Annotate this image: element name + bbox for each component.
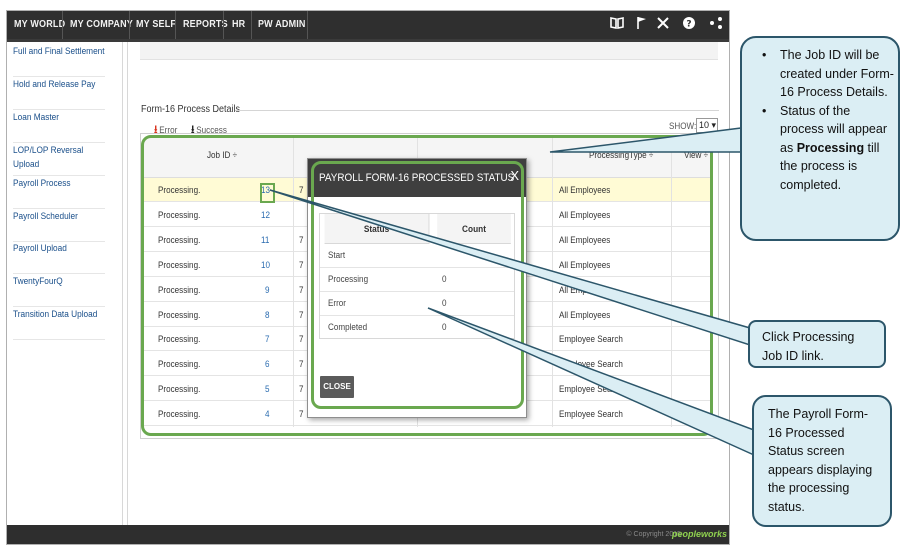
top-navigation-bar: MY WORLD MY COMPANY MY SELF REPORTS HR P… [7, 11, 729, 39]
flag-icon[interactable] [633, 16, 651, 34]
footer: © Copyright 2015 peopleworks [7, 525, 729, 544]
sidebar: Full and Final Settlement Hold and Relea… [7, 42, 117, 526]
sidebar-item-payroll-scheduler[interactable]: Payroll Scheduler [13, 209, 105, 242]
page-size-value: 10 [699, 120, 710, 130]
nav-hr[interactable]: HR [232, 11, 245, 39]
nav-separator [175, 11, 176, 39]
filter-panel [140, 42, 718, 60]
sidebar-item-payroll-process[interactable]: Payroll Process [13, 176, 105, 209]
nav-pw-admin[interactable]: PW ADMIN [258, 11, 306, 39]
page-size-select[interactable]: 10 ▾ [696, 118, 718, 133]
section-divider [235, 110, 719, 111]
nav-separator [129, 11, 130, 39]
callout-bold-text: Processing [796, 140, 865, 155]
nav-separator [223, 11, 224, 39]
sidebar-item-lop-reversal-upload[interactable]: LOP/LOP Reversal Upload [13, 143, 105, 176]
nav-reports[interactable]: REPORTS [183, 11, 228, 39]
nav-separator [307, 11, 308, 39]
callout-bullet: Status of the process will appear as Pro… [750, 102, 894, 195]
brand-logo: peopleworks [671, 529, 727, 539]
sidebar-item-loan-master[interactable]: Loan Master [13, 110, 105, 143]
nav-separator [62, 11, 63, 39]
sidebar-item-full-final-settlement[interactable]: Full and Final Settlement [13, 44, 105, 77]
nav-separator [251, 11, 252, 39]
nav-my-world[interactable]: MY WORLD [14, 11, 65, 39]
sidebar-item-twentyfourq[interactable]: TwentyFourQ [13, 274, 105, 307]
tools-icon[interactable] [654, 16, 672, 34]
sidebar-divider [127, 42, 128, 526]
application-window: MY WORLD MY COMPANY MY SELF REPORTS HR P… [6, 10, 730, 545]
svg-text:?: ? [686, 20, 691, 30]
book-icon[interactable] [608, 16, 626, 34]
help-icon[interactable]: ? [680, 16, 698, 34]
sidebar-item-hold-release-pay[interactable]: Hold and Release Pay [13, 77, 105, 110]
callout-status-screen-note: The Payroll Form-16 Processed Status scr… [752, 395, 892, 527]
dialog-highlight-frame [311, 161, 524, 409]
sidebar-divider [122, 42, 123, 526]
callout-bullet: The Job ID will be created under Form-16… [750, 46, 894, 102]
callout-job-id-note: The Job ID will be created under Form-16… [740, 36, 900, 241]
callout-click-note: Click Processing Job ID link. [748, 320, 886, 368]
sidebar-item-payroll-upload[interactable]: Payroll Upload [13, 241, 105, 274]
sidebar-item-transition-data-upload[interactable]: Transition Data Upload [13, 307, 105, 340]
share-icon[interactable] [707, 16, 725, 34]
nav-my-self[interactable]: MY SELF [136, 11, 176, 39]
section-title: Form-16 Process Details [141, 104, 241, 115]
nav-my-company[interactable]: MY COMPANY [70, 11, 133, 39]
show-label: SHOW: [669, 121, 697, 131]
